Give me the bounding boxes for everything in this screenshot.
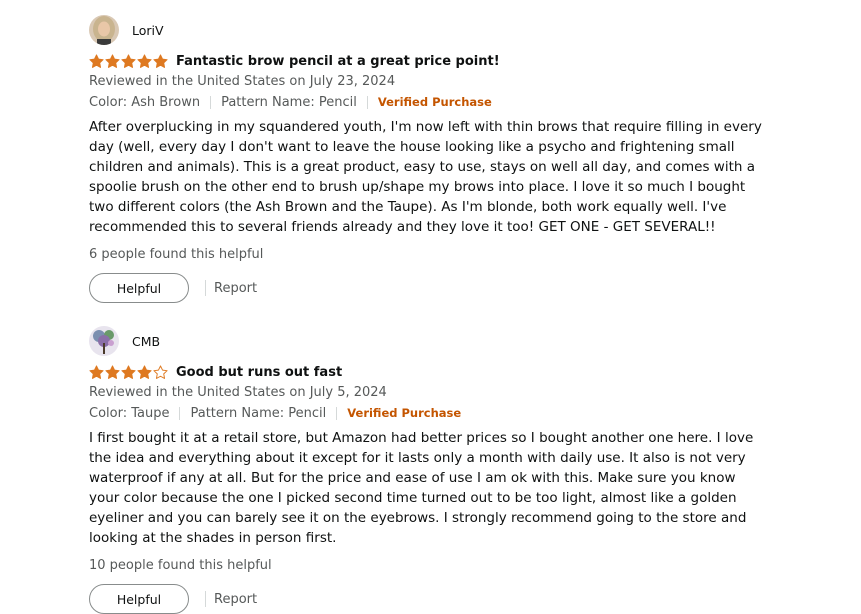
star-filled-icon	[121, 364, 136, 379]
avatar	[89, 15, 119, 45]
divider	[336, 406, 338, 420]
profile-name[interactable]: LoriV	[132, 23, 164, 38]
helpful-count: 10 people found this helpful	[89, 558, 272, 573]
divider	[179, 406, 181, 420]
review-title[interactable]: Fantastic brow pencil at a great price p…	[176, 54, 500, 69]
divider	[205, 591, 206, 607]
star-filled-icon	[137, 364, 152, 379]
star-rating[interactable]	[89, 53, 168, 69]
star-filled-icon	[153, 53, 168, 68]
star-rating[interactable]	[89, 364, 168, 380]
report-link[interactable]: Report	[214, 592, 257, 607]
color-variant[interactable]: Color: Taupe	[89, 406, 169, 421]
divider	[205, 280, 206, 296]
variant-info: Color: Ash Brown Pattern Name: Pencil Ve…	[89, 92, 789, 112]
color-variant[interactable]: Color: Ash Brown	[89, 95, 200, 110]
variant-info: Color: Taupe Pattern Name: Pencil Verifi…	[89, 403, 789, 423]
profile-name[interactable]: CMB	[132, 334, 160, 349]
star-filled-icon	[105, 53, 120, 68]
verified-purchase-badge[interactable]: Verified Purchase	[378, 95, 492, 109]
star-filled-icon	[137, 53, 152, 68]
helpful-button[interactable]: Helpful	[89, 273, 189, 303]
divider	[210, 95, 212, 109]
star-empty-icon	[153, 364, 168, 379]
reviewer-profile[interactable]: CMB	[89, 325, 789, 357]
review-body: After overplucking in my squandered yout…	[89, 119, 762, 235]
star-filled-icon	[105, 364, 120, 379]
pattern-variant: Pattern Name: Pencil	[190, 405, 327, 421]
review-card: LoriV Fantastic brow pencil at a great p…	[89, 14, 789, 303]
verified-purchase-badge[interactable]: Verified Purchase	[347, 406, 461, 420]
review-body: I first bought it at a retail store, but…	[89, 430, 754, 546]
avatar	[89, 326, 119, 356]
divider	[366, 95, 368, 109]
pattern-variant: Pattern Name: Pencil	[221, 94, 357, 110]
review-date: Reviewed in the United States on July 23…	[89, 74, 396, 89]
star-filled-icon	[121, 53, 136, 68]
star-filled-icon	[89, 364, 104, 379]
review-card: CMB Good but runs out fast Reviewed in t…	[89, 325, 789, 614]
review-date: Reviewed in the United States on July 5,…	[89, 385, 387, 400]
report-link[interactable]: Report	[214, 281, 257, 296]
helpful-count: 6 people found this helpful	[89, 247, 264, 262]
star-filled-icon	[89, 53, 104, 68]
reviewer-profile[interactable]: LoriV	[89, 14, 789, 46]
review-title[interactable]: Good but runs out fast	[176, 365, 342, 380]
